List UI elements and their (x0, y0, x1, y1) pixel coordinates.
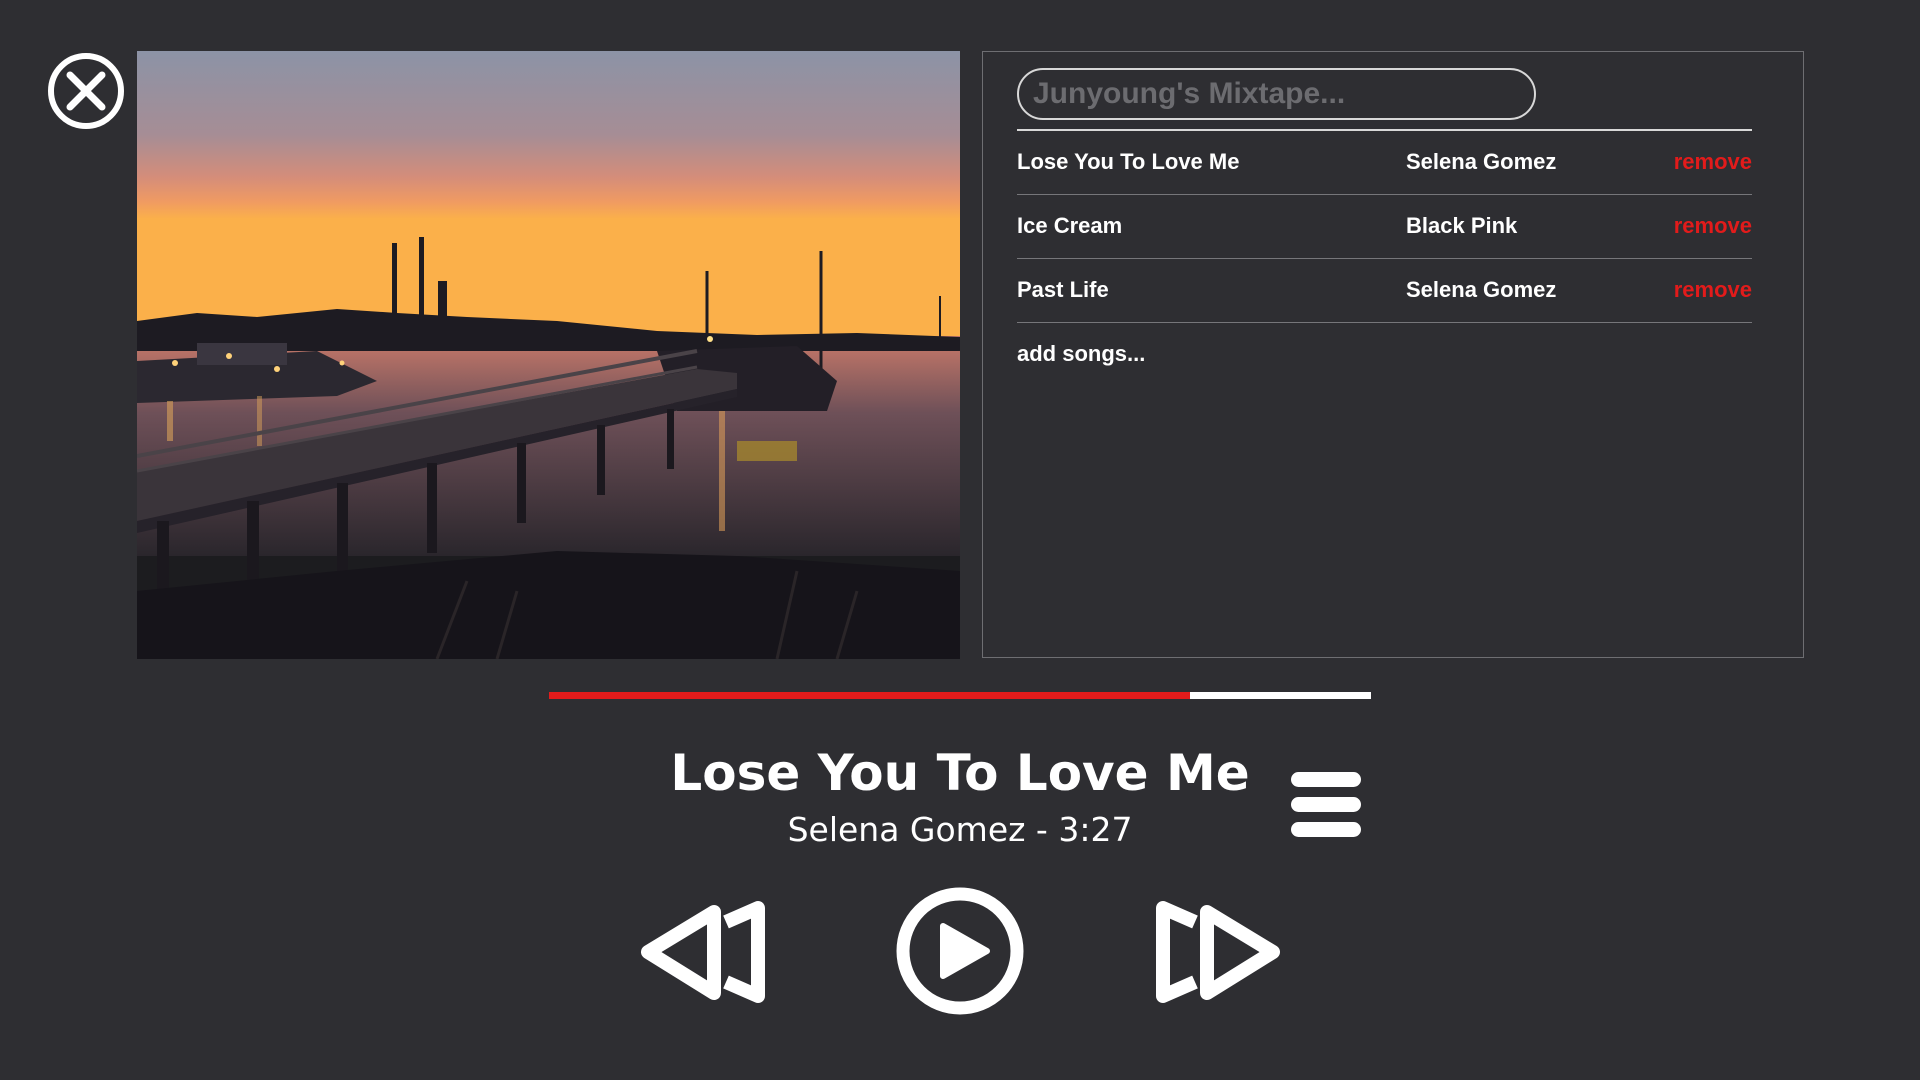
hamburger-menu-icon (1291, 772, 1361, 837)
song-row[interactable]: Ice Cream Black Pink remove (1017, 195, 1752, 259)
song-list: Lose You To Love Me Selena Gomez remove … (1017, 131, 1752, 323)
album-cover-image (137, 51, 960, 659)
song-artist: Selena Gomez (1406, 277, 1557, 302)
close-button[interactable] (46, 51, 126, 131)
previous-track-icon (641, 901, 765, 1003)
remove-song-button[interactable]: remove (1674, 277, 1752, 303)
play-icon (896, 887, 1024, 1015)
next-button[interactable] (1149, 900, 1285, 1005)
remove-song-button[interactable]: remove (1674, 149, 1752, 175)
song-title: Past Life (1017, 277, 1109, 302)
now-playing-title: Lose You To Love Me (670, 744, 1250, 802)
add-songs-link[interactable]: add songs... (1017, 341, 1145, 367)
next-track-icon (1156, 901, 1280, 1003)
progress-fill (549, 692, 1191, 699)
close-circle-icon (48, 53, 124, 129)
song-title: Ice Cream (1017, 213, 1123, 238)
song-title: Lose You To Love Me (1017, 149, 1240, 174)
song-row[interactable]: Lose You To Love Me Selena Gomez remove (1017, 131, 1752, 195)
song-artist: Selena Gomez (1406, 149, 1557, 174)
remove-song-button[interactable]: remove (1674, 213, 1752, 239)
playlist-panel: Lose You To Love Me Selena Gomez remove … (982, 51, 1804, 658)
playlist-menu-button[interactable] (1289, 770, 1363, 840)
playlist-title-input[interactable] (1017, 68, 1536, 120)
play-button[interactable] (895, 886, 1025, 1016)
previous-button[interactable] (636, 900, 772, 1005)
song-row[interactable]: Past Life Selena Gomez remove (1017, 259, 1752, 323)
song-artist: Black Pink (1406, 213, 1518, 238)
now-playing-subtitle: Selena Gomez - 3:27 (787, 810, 1133, 849)
progress-bar[interactable] (549, 692, 1371, 699)
